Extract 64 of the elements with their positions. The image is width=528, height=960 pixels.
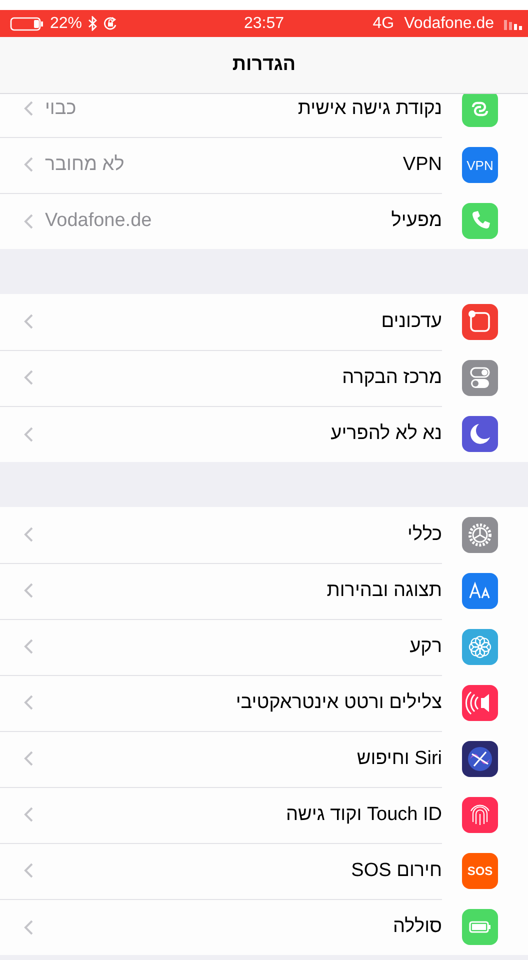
- row-label: נא לא להפריע: [330, 423, 442, 445]
- notification-icon: [462, 304, 498, 340]
- row-label: מרכז הבקרה: [342, 366, 442, 388]
- settings-row[interactable]: רקע: [0, 619, 528, 675]
- row-label: VPN: [402, 154, 442, 176]
- network-type: 4G: [372, 14, 394, 32]
- sos-icon: SOS: [462, 853, 498, 889]
- text-size-icon: [462, 573, 498, 609]
- chevron-icon: [24, 157, 33, 172]
- row-value: Vodafone.de: [45, 210, 152, 232]
- settings-row[interactable]: תצוגה ובהירות: [0, 563, 528, 619]
- battery-percent: 22%: [50, 14, 82, 32]
- speaker-icon: [462, 685, 498, 721]
- row-label: צלילים ורטט אינטראקטיבי: [236, 692, 442, 714]
- settings-row[interactable]: נקודת גישה אישית כבוי: [0, 94, 528, 137]
- clock-time: 23:57: [244, 14, 284, 32]
- toggle-icon: [462, 360, 498, 396]
- carrier-name: Vodafone.de: [404, 14, 494, 32]
- settings-row[interactable]: צלילים ורטט אינטראקטיבי: [0, 675, 528, 731]
- chevron-icon: [24, 695, 33, 710]
- chevron-icon: [24, 101, 33, 116]
- moon-icon: [462, 416, 498, 452]
- chevron-icon: [24, 863, 33, 878]
- chevron-icon: [24, 426, 33, 442]
- settings-row[interactable]: עדכונים: [0, 294, 528, 350]
- chevron-icon: [24, 583, 33, 598]
- phone-icon: [462, 203, 498, 239]
- row-label: מפעיל: [391, 210, 442, 232]
- rotation-lock-icon: [103, 16, 118, 31]
- chevron-icon: [24, 807, 33, 822]
- chevron-icon: [24, 527, 33, 542]
- battery-icon: [462, 909, 498, 945]
- siri-icon: [462, 741, 498, 777]
- settings-row[interactable]: סוללה: [0, 899, 528, 955]
- row-label: Siri וחיפוש: [356, 748, 442, 770]
- row-label: נקודת גישה אישית: [298, 98, 442, 120]
- row-label: Touch ID וקוד גישה: [286, 804, 442, 826]
- chevron-icon: [24, 639, 33, 654]
- row-label: סוללה: [392, 916, 442, 938]
- row-value: כבוי: [45, 98, 76, 120]
- battery-icon: [10, 16, 44, 30]
- row-label: רקע: [410, 636, 442, 658]
- chevron-icon: [24, 214, 33, 228]
- chevron-icon: [24, 370, 33, 385]
- chevron-icon: [24, 314, 33, 329]
- chevron-icon: [24, 751, 33, 766]
- gear-icon: [462, 517, 498, 553]
- row-label: חירום SOS: [351, 860, 442, 882]
- row-label: עדכונים: [381, 310, 442, 332]
- chevron-icon: [24, 920, 33, 934]
- row-value: לא מחובר: [45, 154, 124, 176]
- flower-icon: [462, 629, 498, 665]
- screen-title: הגדרות: [232, 54, 296, 76]
- settings-row[interactable]: Siri וחיפוש: [0, 731, 528, 787]
- settings-row[interactable]: כללי: [0, 507, 528, 563]
- settings-row[interactable]: Touch ID וקוד גישה: [0, 787, 528, 843]
- row-label: תצוגה ובהירות: [326, 580, 442, 602]
- row-label: כללי: [408, 524, 442, 546]
- settings-row[interactable]: נא לא להפריע: [0, 406, 528, 462]
- signal-icon: [504, 18, 522, 30]
- fingerprint-icon: [462, 797, 498, 833]
- vpn-icon: VPN: [462, 147, 498, 183]
- bluetooth-icon: [88, 16, 98, 31]
- settings-row[interactable]: מרכז הבקרה: [0, 350, 528, 406]
